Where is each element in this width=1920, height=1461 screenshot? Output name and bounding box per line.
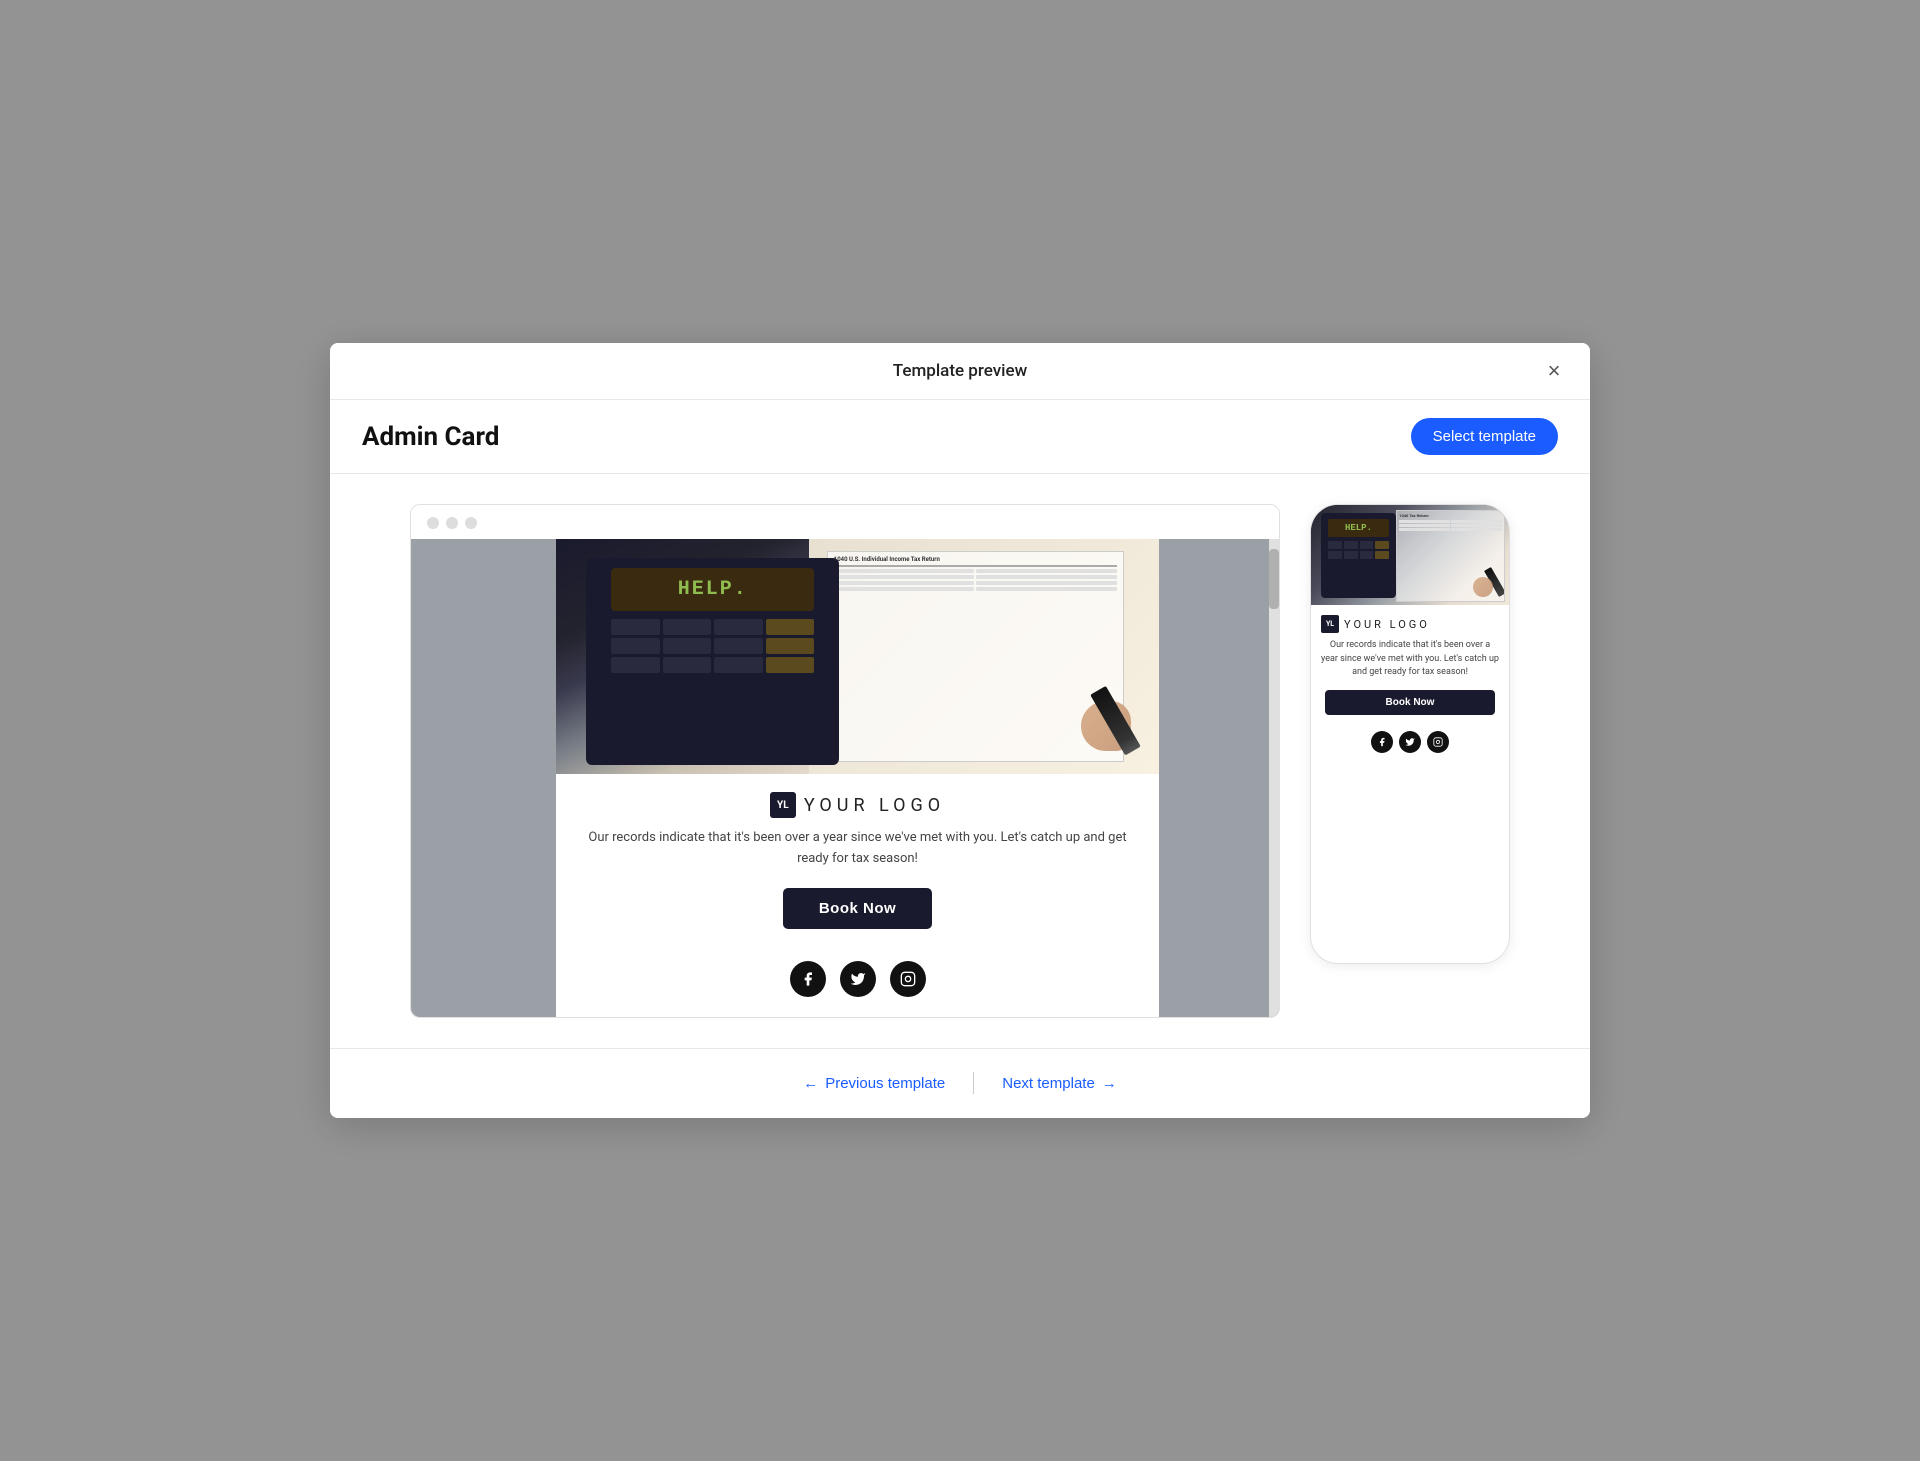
calculator-visual: HELP. bbox=[556, 539, 1159, 774]
calc-display: HELP. bbox=[678, 578, 748, 601]
mobile-book-now-button[interactable]: Book Now bbox=[1325, 690, 1495, 715]
email-sidebar-left bbox=[411, 539, 556, 1017]
email-hero-image: HELP. bbox=[556, 539, 1159, 774]
browser-dot-1 bbox=[427, 517, 439, 529]
modal-footer: ← Previous template Next template → bbox=[330, 1048, 1590, 1118]
mobile-instagram-icon bbox=[1427, 731, 1449, 753]
facebook-icon bbox=[790, 961, 826, 997]
modal-overlay: Template preview × Admin Card Select tem… bbox=[0, 0, 1920, 1461]
book-now-button[interactable]: Book Now bbox=[783, 888, 932, 929]
instagram-icon bbox=[890, 961, 926, 997]
template-name: Admin Card bbox=[362, 422, 499, 452]
mobile-body-text: Our records indicate that it's been over… bbox=[1311, 639, 1509, 680]
next-template-button[interactable]: Next template → bbox=[974, 1067, 1145, 1100]
mobile-logo-box: YL bbox=[1321, 615, 1339, 633]
template-preview-modal: Template preview × Admin Card Select tem… bbox=[330, 343, 1590, 1118]
mobile-preview: HELP. bbox=[1310, 504, 1510, 964]
mobile-social-icons bbox=[1311, 731, 1509, 761]
email-logo-row: YL YOUR LOGO bbox=[770, 792, 945, 818]
previous-template-label: Previous template bbox=[825, 1075, 945, 1092]
browser-dots bbox=[411, 505, 1279, 539]
mobile-logo-text: YOUR LOGO bbox=[1344, 618, 1430, 631]
mobile-twitter-icon bbox=[1399, 731, 1421, 753]
logo-box: YL bbox=[770, 792, 796, 818]
mobile-hero-bg: HELP. bbox=[1311, 505, 1509, 605]
browser-dot-2 bbox=[446, 517, 458, 529]
previous-template-button[interactable]: ← Previous template bbox=[775, 1067, 973, 1100]
desktop-preview: HELP. bbox=[410, 504, 1280, 1018]
scrollbar-thumb bbox=[1269, 549, 1279, 609]
modal-subheader: Admin Card Select template bbox=[330, 400, 1590, 474]
modal-title: Template preview bbox=[893, 361, 1027, 381]
prev-arrow-icon: ← bbox=[803, 1075, 818, 1092]
mobile-facebook-icon bbox=[1371, 731, 1393, 753]
modal-body: HELP. bbox=[330, 474, 1590, 1048]
logo-text: YOUR LOGO bbox=[804, 795, 945, 816]
scrollbar bbox=[1269, 539, 1279, 1017]
mobile-inner: HELP. bbox=[1311, 505, 1509, 963]
email-sidebar-right bbox=[1159, 539, 1279, 1017]
browser-dot-3 bbox=[465, 517, 477, 529]
mobile-logo-row: YL YOUR LOGO bbox=[1321, 615, 1499, 633]
close-button[interactable]: × bbox=[1538, 355, 1570, 387]
next-arrow-icon: → bbox=[1102, 1075, 1117, 1092]
email-body-text: Our records indicate that it's been over… bbox=[556, 828, 1159, 870]
twitter-icon bbox=[840, 961, 876, 997]
select-template-button[interactable]: Select template bbox=[1411, 418, 1558, 455]
next-template-label: Next template bbox=[1002, 1075, 1095, 1092]
modal-header: Template preview × bbox=[330, 343, 1590, 400]
mobile-hero-image: HELP. bbox=[1311, 505, 1509, 605]
email-content: HELP. bbox=[411, 539, 1279, 1017]
social-icons bbox=[790, 961, 926, 997]
email-main: HELP. bbox=[556, 539, 1159, 1017]
